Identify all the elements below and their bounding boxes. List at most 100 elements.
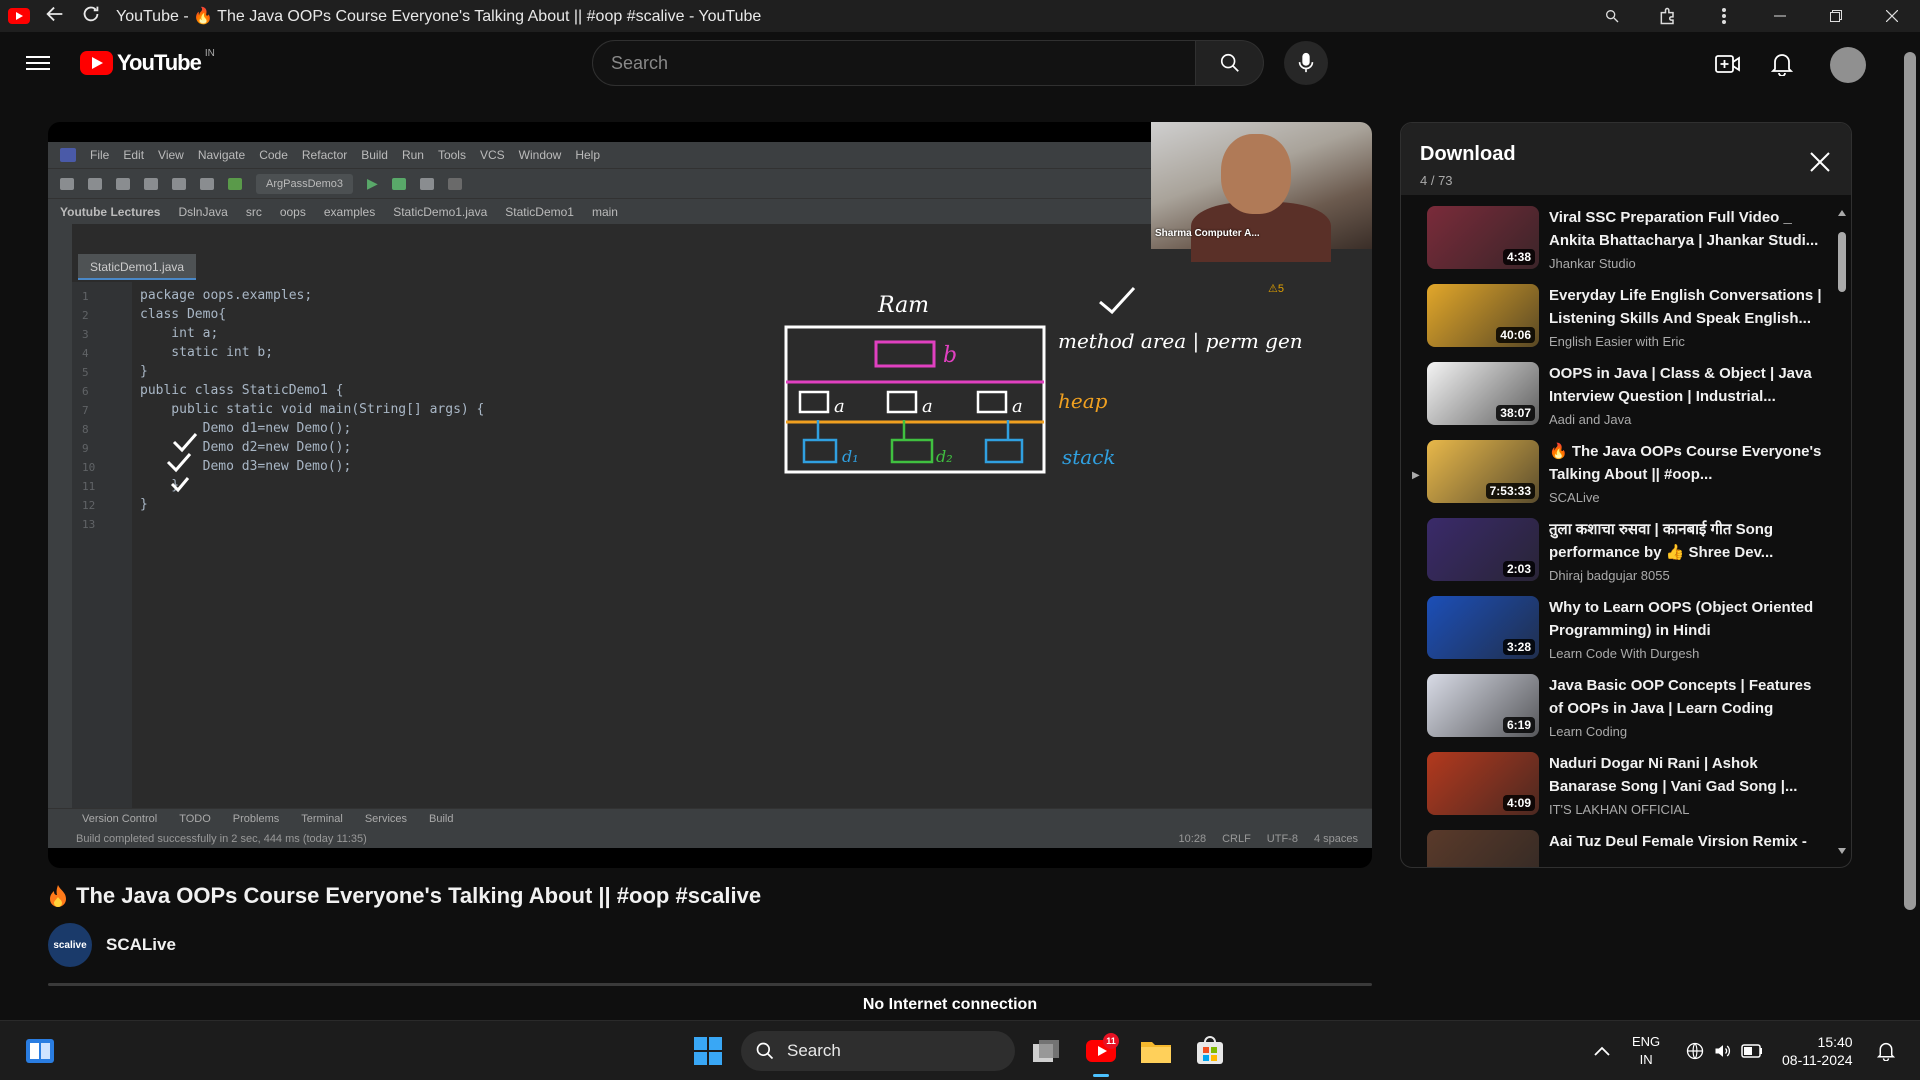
search-icon	[1220, 53, 1239, 72]
window-title: YouTube - 🔥 The Java OOPs Course Everyon…	[116, 8, 762, 25]
playlist-item-title[interactable]: 🔥 The Java OOPs Course Everyone's Talkin…	[1549, 440, 1829, 486]
page-scroll-thumb[interactable]	[1904, 52, 1916, 910]
video-title: The Java OOPs Course Everyone's Talking …	[76, 883, 762, 908]
duration-badge: 40:06	[1496, 327, 1535, 343]
taskbar-search[interactable]: Search	[741, 1031, 1015, 1071]
youtube-logo[interactable]: YouTube IN	[80, 48, 215, 76]
now-playing-icon: ▶	[1412, 470, 1420, 481]
drawing-object-1	[798, 390, 830, 414]
search-icon	[756, 1042, 774, 1060]
video-thumbnail[interactable]: 40:06	[1427, 284, 1539, 347]
folder-icon	[1141, 1042, 1171, 1063]
drawing-ref-label: d₁	[842, 447, 859, 466]
playlist-item-channel: IT'S LAKHAN OFFICIAL	[1549, 802, 1690, 817]
playlist-item[interactable]: 4:09 Naduri Dogar Ni Rani | Ashok Banaras…	[1401, 752, 1837, 830]
quick-settings-button[interactable]	[1676, 1031, 1772, 1071]
browser-title-bar: YouTube - 🔥 The Java OOPs Course Everyon…	[0, 0, 1920, 32]
video-thumbnail[interactable]: 4:09	[1427, 752, 1539, 815]
scroll-down-icon[interactable]	[1838, 848, 1846, 854]
playlist-item-title[interactable]: Naduri Dogar Ni Rani | Ashok Banarase So…	[1549, 752, 1829, 798]
start-button[interactable]	[688, 1031, 728, 1071]
voice-search-button[interactable]	[1284, 41, 1328, 85]
video-thumbnail[interactable]	[1427, 830, 1539, 867]
drawing-field-a: a	[1012, 396, 1023, 417]
drawing-stack-label: stack	[1062, 445, 1116, 469]
playlist-item[interactable]: 38:07 OOPS in Java | Class & Object | Jav…	[1401, 362, 1837, 440]
close-panel-button[interactable]	[1807, 149, 1833, 175]
taskbar-youtube-app[interactable]: 11	[1081, 1031, 1121, 1077]
video-thumbnail[interactable]: 7:53:33	[1427, 440, 1539, 503]
drawing-check-icon	[172, 433, 198, 453]
download-panel-count: 4 / 73	[1420, 173, 1453, 188]
language-code: ENG	[1632, 1034, 1661, 1049]
task-view-button[interactable]	[1026, 1031, 1066, 1071]
playlist-item-title[interactable]: तुला कशाचा रुसवा | कानबाई गीत Song perfo…	[1549, 518, 1829, 564]
page-scrollbar[interactable]	[1900, 40, 1920, 1018]
taskbar-file-explorer[interactable]	[1136, 1031, 1176, 1071]
playlist-item[interactable]: 2:03 तुला कशाचा रुसवा | कानबाई गीत Song p…	[1401, 518, 1837, 596]
playlist-item-title[interactable]: Aai Tuz Deul Female Virsion Remix -	[1549, 830, 1829, 853]
playlist-item-title[interactable]: Why to Learn OOPS (Object Oriented Progr…	[1549, 596, 1829, 642]
playlist-item-title[interactable]: Java Basic OOP Concepts | Features of OO…	[1549, 674, 1829, 720]
extensions-icon[interactable]	[1640, 0, 1696, 32]
language-region: IN	[1639, 1052, 1653, 1067]
widgets-button[interactable]	[20, 1031, 60, 1071]
notification-center-button[interactable]	[1866, 1031, 1906, 1071]
back-icon[interactable]	[44, 3, 66, 30]
drawing-static-var: b	[943, 343, 957, 368]
youtube-logo-icon	[80, 51, 113, 75]
widgets-icon	[26, 1039, 54, 1063]
clock-date: 08-11-2024	[1782, 1052, 1853, 1068]
duration-badge: 3:28	[1502, 639, 1535, 655]
playlist-item[interactable]: 4:38 Viral SSC Preparation Full Video _ A…	[1401, 206, 1837, 284]
show-hidden-icons-button[interactable]	[1582, 1031, 1622, 1071]
account-avatar[interactable]	[1830, 47, 1866, 83]
duration-badge: 4:38	[1502, 249, 1535, 265]
search-input[interactable]	[611, 52, 1195, 74]
panel-scrollbar[interactable]	[1834, 208, 1848, 867]
zoom-icon[interactable]	[1584, 0, 1640, 32]
drawing-method-area-label: method area | perm gen	[1058, 329, 1303, 354]
system-clock[interactable]: 15:40 08-11-2024	[1782, 1033, 1853, 1069]
restore-icon[interactable]	[1808, 0, 1864, 32]
close-window-icon[interactable]	[1864, 0, 1920, 32]
channel-avatar[interactable]: scalive	[48, 923, 92, 967]
playlist-item[interactable]: 40:06 Everyday Life English Conversations…	[1401, 284, 1837, 362]
drawing-ref-d1	[802, 438, 838, 464]
drawing-heap-label: heap	[1058, 389, 1108, 413]
video-thumbnail[interactable]: 3:28	[1427, 596, 1539, 659]
video-thumbnail[interactable]: 6:19	[1427, 674, 1539, 737]
video-thumbnail[interactable]: 38:07	[1427, 362, 1539, 425]
scroll-up-icon[interactable]	[1838, 210, 1846, 216]
more-options-icon[interactable]	[1696, 0, 1752, 32]
loading-bar	[48, 983, 1372, 986]
channel-name[interactable]: SCALive	[106, 935, 176, 955]
playlist-item-title[interactable]: OOPS in Java | Class & Object | Java Int…	[1549, 362, 1829, 408]
panel-scroll-thumb[interactable]	[1838, 232, 1846, 292]
globe-icon	[1686, 1042, 1704, 1060]
reload-icon[interactable]	[80, 3, 102, 30]
playlist-item[interactable]: 3:28 Why to Learn OOPS (Object Oriented P…	[1401, 596, 1837, 674]
language-indicator[interactable]: ENG IN	[1632, 1033, 1660, 1069]
drawing-object-2	[886, 390, 918, 414]
playlist-item-channel: Learn Code With Durgesh	[1549, 646, 1700, 661]
video-thumbnail[interactable]: 2:03	[1427, 518, 1539, 581]
notifications-button[interactable]	[1766, 48, 1798, 80]
minimize-icon[interactable]	[1752, 0, 1808, 32]
video-thumbnail[interactable]: 4:38	[1427, 206, 1539, 269]
playlist-item[interactable]: 6:19 Java Basic OOP Concepts | Features o…	[1401, 674, 1837, 752]
search-button[interactable]	[1196, 40, 1264, 86]
video-player[interactable]: File Edit View Navigate Code Refactor Bu…	[48, 122, 1372, 868]
playlist-item-title[interactable]: Viral SSC Preparation Full Video _ Ankit…	[1549, 206, 1829, 252]
playlist-item-title[interactable]: Everyday Life English Conversations | Li…	[1549, 284, 1829, 330]
drawing-ref-d2	[890, 438, 934, 464]
playlist-item-channel: English Easier with Eric	[1549, 334, 1685, 349]
playlist-item[interactable]: ▶ 7:53:33 🔥 The Java OOPs Course Everyone'…	[1401, 440, 1837, 518]
hamburger-menu-icon[interactable]	[26, 52, 50, 76]
create-video-button[interactable]	[1712, 48, 1744, 80]
playlist-item[interactable]: Aai Tuz Deul Female Virsion Remix -	[1401, 830, 1837, 867]
clock-time: 15:40	[1817, 1034, 1853, 1050]
close-icon	[1810, 152, 1830, 172]
taskbar-store[interactable]	[1190, 1031, 1230, 1071]
duration-badge: 2:03	[1502, 561, 1535, 577]
